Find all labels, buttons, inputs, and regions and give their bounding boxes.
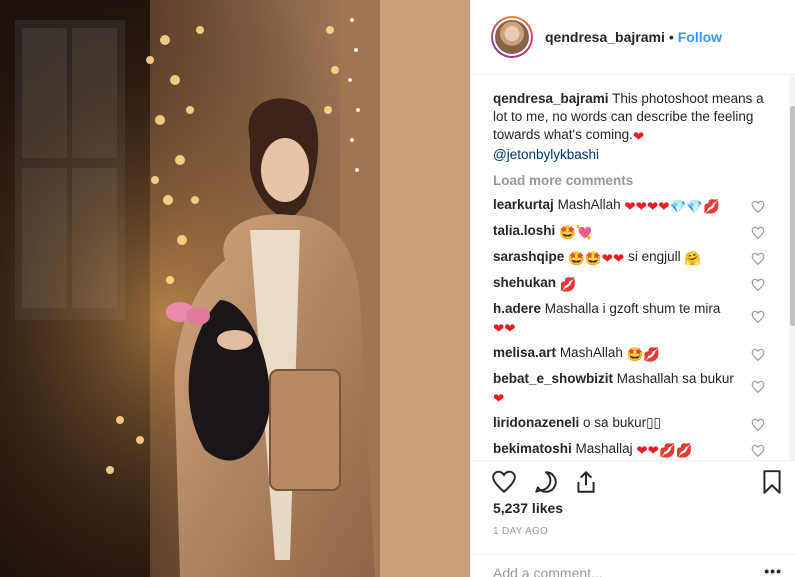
comment-username[interactable]: talia.loshi [493,223,555,238]
comment-text: o sa bukur▯▯ [583,415,661,430]
comment-username[interactable]: shehukan [493,275,556,290]
action-bar [471,460,795,500]
comment-item: liridonazeneli o sa bukur▯▯ [493,414,767,434]
comment-item: bebat_e_showbizit Mashallah sa bukur ❤ [493,370,767,408]
comment-emoji: 🤩💋 [626,347,661,363]
comment-emoji: 🤩💘 [559,225,593,241]
add-comment-placeholder: Add a comment... [493,565,603,577]
comment-item: bekimatoshi Mashallaj ❤❤💋💋 [493,440,767,460]
comment-username[interactable]: liridonazeneli [493,415,579,430]
comment-text: si engjull [628,249,681,264]
comment-like-heart-icon[interactable] [751,226,765,240]
post-caption: qendresa_bajrami This photoshoot means a… [493,90,767,164]
instagram-post-page: qendresa_bajrami • Follow qendresa_bajra… [0,0,795,577]
comment-username[interactable]: bekimatoshi [493,441,572,456]
post-side-panel: qendresa_bajrami • Follow qendresa_bajra… [470,0,795,577]
comment-text: Mashallah sa bukur [616,371,734,386]
separator-dot: • [668,29,674,45]
comment-item: talia.loshi 🤩💘 [493,222,767,242]
comment-username[interactable]: learkurtaj [493,197,554,212]
comment-text: Mashallaj [575,441,633,456]
add-comment-input[interactable]: Add a comment... ••• [471,554,795,577]
avatar[interactable] [491,16,533,58]
post-timestamp: 1 DAY AGO [493,526,549,537]
bookmark-icon[interactable] [759,469,785,495]
share-icon[interactable] [573,469,599,495]
comments-list[interactable]: qendresa_bajrami This photoshoot means a… [471,76,789,460]
comment-emoji: 🤗 [684,251,702,267]
comment-username[interactable]: bebat_e_showbizit [493,371,613,386]
comment-text: Mashalla i gzoft shum te mira [544,301,721,316]
comment-like-heart-icon[interactable] [751,418,765,432]
comment-text: MashAllah [557,197,621,212]
comment-emoji: ❤ [493,391,505,407]
post-photo[interactable] [0,0,470,577]
username-link[interactable]: qendresa_bajrami [545,29,665,45]
comment-item: shehukan 💋 [493,274,767,294]
heart-icon[interactable] [491,469,517,495]
comment-emoji: ❤❤ [493,321,516,337]
post-header: qendresa_bajrami • Follow [471,0,795,75]
comment-like-heart-icon[interactable] [751,200,765,214]
more-options-icon[interactable]: ••• [764,563,782,577]
caption-username[interactable]: qendresa_bajrami [493,91,609,106]
likes-count[interactable]: 5,237 likes [493,500,563,516]
comment-username[interactable]: melisa.art [493,345,556,360]
comment-like-heart-icon[interactable] [751,310,765,324]
photo-illustration [0,0,470,577]
comment-item: melisa.art MashAllah 🤩💋 [493,344,767,364]
comments-scrollbar[interactable] [789,76,795,460]
caption-mention[interactable]: @jetonbylykbashi [493,147,599,162]
comment-like-heart-icon[interactable] [751,444,765,458]
comment-item: h.adere Mashalla i gzoft shum te mira ❤❤ [493,300,767,338]
comment-text: MashAllah [559,345,623,360]
follow-button[interactable]: Follow [678,29,722,45]
heart-emoji: ❤ [632,129,645,145]
comment-item: learkurtaj MashAllah ❤❤❤❤💎💎💋 [493,196,767,216]
comment-like-heart-icon[interactable] [751,278,765,292]
comment-icon[interactable] [533,469,559,495]
comment-username[interactable]: h.adere [493,301,541,316]
comment-like-heart-icon[interactable] [751,252,765,266]
comment-emoji: ❤❤💋💋 [636,443,693,459]
comment-emoji-before: 🤩🤩❤❤ [568,251,625,267]
comment-item: sarashqipe 🤩🤩❤❤ si engjull 🤗 [493,248,767,268]
comment-like-heart-icon[interactable] [751,380,765,394]
comment-emoji: 💋 [559,277,577,293]
avatar-image [493,18,531,56]
load-more-comments-button[interactable]: Load more comments [493,172,767,190]
scrollbar-thumb[interactable] [790,106,795,326]
comment-like-heart-icon[interactable] [751,348,765,362]
comment-username[interactable]: sarashqipe [493,249,564,264]
comment-emoji: ❤❤❤❤💎💎💋 [624,199,721,215]
